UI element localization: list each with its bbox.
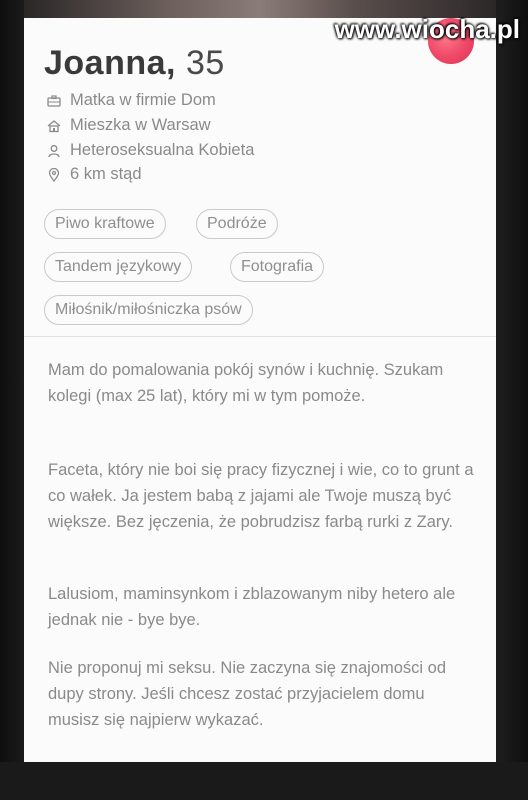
interest-chip: Tandem językowy [44,252,193,282]
home-icon [46,118,62,134]
job-row: Matka w firmie Dom [46,91,216,110]
bottom-bar [0,762,528,800]
interest-chip: Podróże [196,209,278,239]
lives-row: Mieszka w Warsaw [46,116,211,135]
watermark: www.wiocha.pl [334,14,520,44]
lives-text: Mieszka w Warsaw [70,116,211,134]
distance-text: 6 km stąd [70,165,142,183]
bio-paragraph: Mam do pomalowania pokój synów i kuchnię… [48,361,444,405]
job-text: Matka w firmie Dom [70,91,216,109]
interest-chip: Piwo kraftowe [44,209,166,239]
person-icon [46,143,62,159]
bio-paragraph: Nie proponuj mi seksu. Nie zaczyna się z… [48,659,447,729]
age-text: 35 [185,44,225,82]
bio-paragraph: Lalusiom, maminsynkom i zblazowanym niby… [48,585,456,629]
name-text: Joanna, [44,44,176,82]
distance-row: 6 km stąd [46,165,142,184]
profile-name: Joanna, 35 [44,44,225,83]
orientation-row: Heteroseksualna Kobieta [46,141,254,160]
section-divider [24,336,496,337]
location-pin-icon [46,167,62,183]
bio-paragraph: Faceta, który nie boi się pracy fizyczne… [48,461,474,531]
interest-chip: Fotografia [230,252,325,282]
interest-chip: Miłośnik/miłośniczka psów [44,295,253,325]
orientation-text: Heteroseksualna Kobieta [70,141,255,159]
briefcase-icon [46,93,62,109]
